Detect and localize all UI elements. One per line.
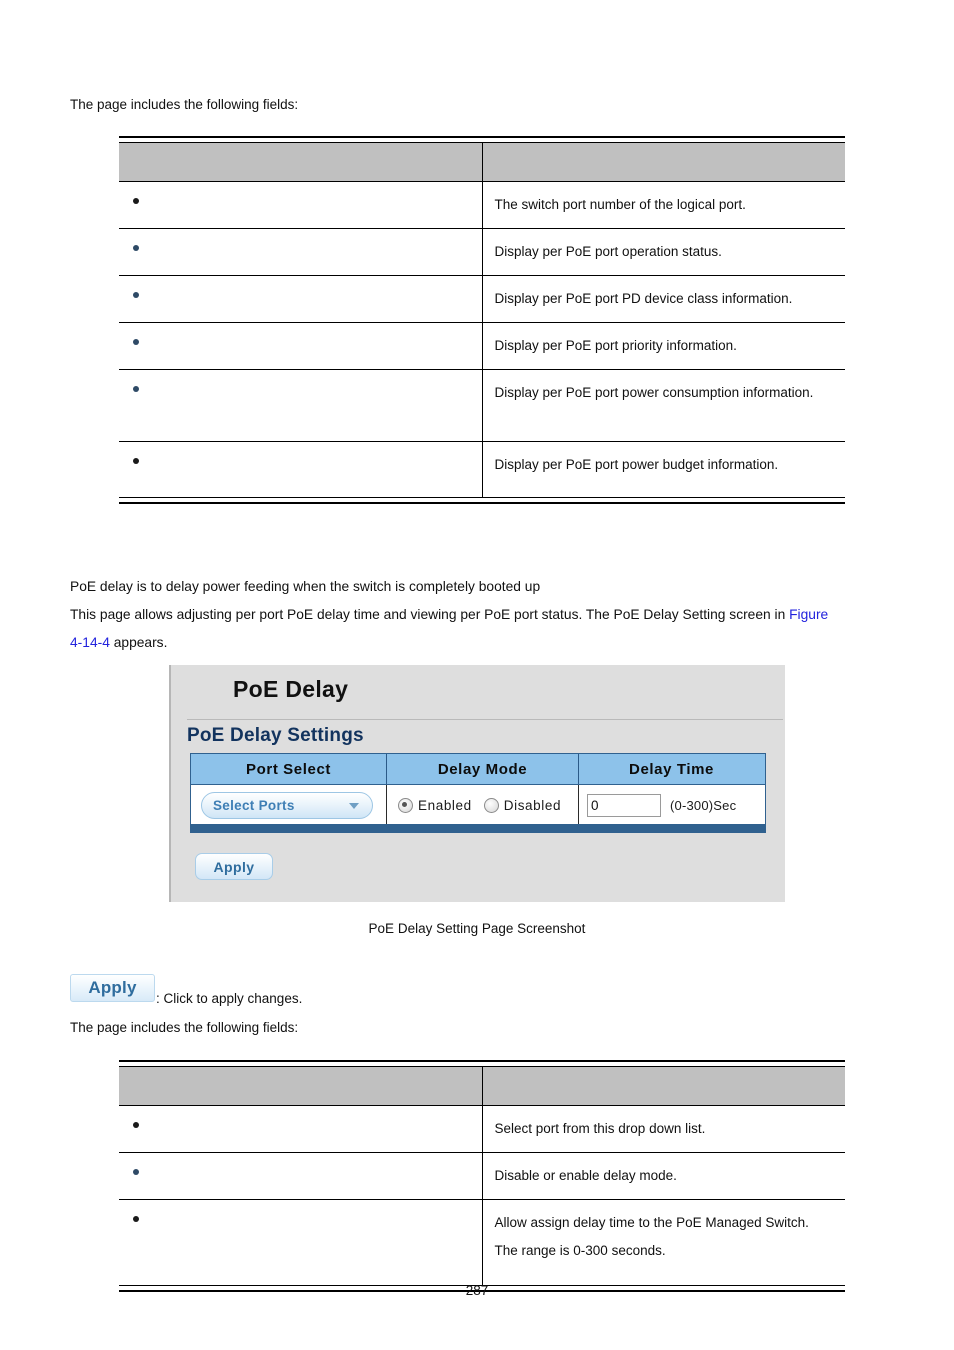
row-bullet-cell	[119, 228, 483, 276]
table-header-row	[119, 142, 845, 182]
table-row: Display per PoE port power budget inform…	[119, 441, 845, 498]
row-description-cell: Allow assign delay time to the PoE Manag…	[494, 1215, 809, 1258]
poe-delay-screenshot: PoE Delay PoE Delay Settings Port Select…	[169, 665, 785, 902]
table-row: Disable or enable delay mode.	[119, 1152, 845, 1200]
column-header-object	[119, 1066, 483, 1106]
table-bottom-rule	[119, 497, 845, 504]
row-bullet-cell	[119, 322, 483, 370]
port-select-cell: Select Ports	[191, 785, 387, 826]
poe-delay-settings-table: Port Select Delay Mode Delay Time Select…	[190, 753, 766, 826]
row-bullet-cell	[119, 1152, 483, 1200]
row-bullet-cell	[119, 1105, 483, 1153]
row-bullet-cell	[119, 1199, 483, 1286]
paragraph-line-2-text: This page allows adjusting per port PoE …	[70, 607, 790, 622]
settings-table-header: Port Select Delay Mode Delay Time	[191, 754, 765, 785]
panel-divider	[187, 719, 783, 720]
bullet-icon	[133, 198, 139, 205]
figure-link-part-2[interactable]: 4-14-4	[70, 635, 110, 650]
table-row: Allow assign delay time to the PoE Manag…	[119, 1199, 845, 1286]
panel-title: PoE Delay	[233, 676, 349, 702]
row-description-cell: Display per PoE port power budget inform…	[494, 457, 779, 472]
paragraph-line-1: PoE delay is to delay power feeding when…	[70, 579, 541, 594]
poe-status-field-table: The switch port number of the logical po…	[119, 136, 845, 504]
bullet-icon	[133, 1169, 139, 1176]
delay-time-cell: 0 (0-300)Sec	[579, 785, 764, 826]
delay-mode-enabled-radio[interactable]	[398, 798, 413, 813]
row-description-cell: Display per PoE port power consumption i…	[482, 369, 845, 442]
paragraph-line-2: This page allows adjusting per port PoE …	[70, 601, 870, 629]
row-bullet-cell	[119, 369, 483, 442]
delay-mode-cell: Enabled Disabled	[387, 785, 579, 826]
column-header-description	[482, 1066, 845, 1106]
legend-apply-description: : Click to apply changes.	[156, 991, 303, 1006]
bullet-icon	[133, 1122, 139, 1129]
delay-time-input[interactable]: 0	[587, 794, 661, 817]
table-row: Select port from this drop down list.	[119, 1105, 845, 1153]
port-select-dropdown[interactable]: Select Ports	[201, 792, 373, 819]
delay-mode-disabled-radio[interactable]	[483, 798, 499, 813]
paragraph-line-3-text: appears.	[109, 635, 168, 650]
table-header-row	[119, 1066, 845, 1106]
table-row: The switch port number of the logical po…	[119, 181, 845, 229]
paragraph-line-3: 4-14-4 appears.	[70, 629, 870, 657]
poe-delay-field-table: Select port from this drop down list. Di…	[119, 1060, 845, 1292]
row-description-cell: Display per PoE port priority informatio…	[482, 322, 845, 370]
bullet-icon	[133, 1216, 139, 1223]
paragraph-block: PoE delay is to delay power feeding when…	[70, 573, 870, 657]
delay-mode-disabled-label: Disabled	[503, 798, 562, 813]
figure-caption: PoE Delay Setting Page Screenshot	[368, 921, 586, 936]
row-bullet-cell	[119, 275, 483, 323]
section-title: PoE Delay Settings	[187, 725, 364, 746]
table-row: Display per PoE port priority informatio…	[119, 322, 845, 370]
row-description-cell: Select port from this drop down list.	[482, 1105, 845, 1153]
intro-text-top: The page includes the following fields:	[70, 97, 299, 112]
row-description-cell: Display per PoE port operation status.	[482, 228, 845, 276]
row-description-cell: Disable or enable delay mode.	[482, 1152, 845, 1200]
bullet-icon	[133, 245, 139, 252]
column-header-port-select: Port Select	[191, 754, 387, 784]
column-header-delay-mode: Delay Mode	[387, 754, 579, 784]
settings-table-footer-bar	[190, 824, 766, 833]
delay-time-unit-label: (0-300)Sec	[670, 798, 737, 813]
settings-table-row: Select Ports Enabled Disabled 0 (0-300)S…	[191, 785, 765, 826]
figure-link-part-1[interactable]: Figure	[789, 607, 828, 622]
port-select-label: Select Ports	[213, 798, 295, 813]
row-bullet-cell	[119, 441, 483, 498]
bullet-icon	[133, 386, 139, 393]
page-number: 287	[465, 1283, 489, 1298]
document-page: The page includes the following fields: …	[0, 0, 954, 1350]
table-row: Display per PoE port PD device class inf…	[119, 275, 845, 323]
intro-text-bottom: The page includes the following fields:	[70, 1020, 299, 1035]
legend-apply-button[interactable]: Apply	[70, 974, 155, 1002]
row-description-cell: Display per PoE port PD device class inf…	[482, 275, 845, 323]
column-header-delay-time: Delay Time	[629, 760, 714, 778]
column-header-object	[119, 142, 483, 182]
row-bullet-cell	[119, 181, 483, 229]
bullet-icon	[133, 292, 139, 299]
apply-button[interactable]: Apply	[195, 853, 273, 880]
table-row: Display per PoE port power consumption i…	[119, 369, 845, 442]
column-header-description	[482, 142, 845, 182]
delay-mode-enabled-label: Enabled	[418, 798, 472, 813]
row-description-cell: The switch port number of the logical po…	[482, 181, 845, 229]
table-row: Display per PoE port operation status.	[119, 228, 845, 276]
chevron-down-icon	[349, 802, 359, 809]
bullet-icon	[133, 458, 139, 465]
bullet-icon	[133, 339, 139, 346]
